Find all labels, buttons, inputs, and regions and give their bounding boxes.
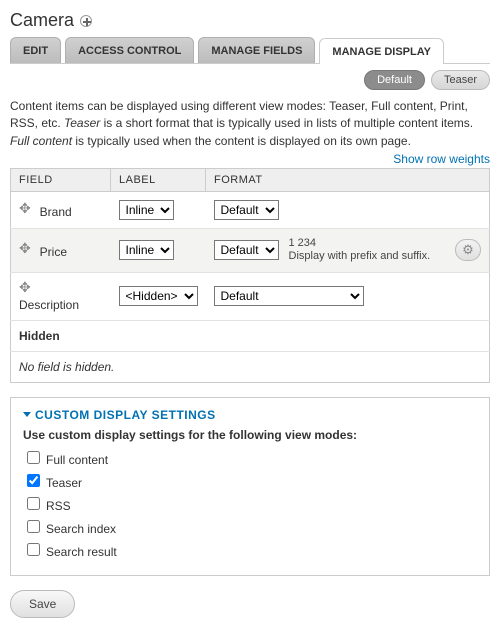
page-title-text: Camera bbox=[10, 10, 74, 31]
subtab-default[interactable]: Default bbox=[364, 70, 425, 90]
field-name: Price bbox=[40, 245, 67, 259]
label-select-description[interactable]: <Hidden> bbox=[119, 286, 198, 306]
tab-manage-display[interactable]: MANAGE DISPLAY bbox=[319, 38, 444, 64]
tab-access-control[interactable]: ACCESS CONTROL bbox=[65, 37, 194, 63]
formatter-summary: 1 234 Display with prefix and suffix. bbox=[289, 237, 431, 263]
view-mode-option: Search result bbox=[23, 540, 477, 559]
fields-table: FIELD LABEL FORMAT Brand Inline Default bbox=[10, 168, 490, 382]
chevron-down-icon bbox=[23, 412, 31, 417]
checkbox-search-index[interactable] bbox=[27, 520, 40, 533]
format-select-brand[interactable]: Default bbox=[214, 200, 279, 220]
drag-handle-icon[interactable] bbox=[19, 202, 33, 216]
table-row: Brand Inline Default bbox=[11, 192, 490, 229]
tab-edit[interactable]: EDIT bbox=[10, 37, 61, 63]
col-field: FIELD bbox=[11, 169, 111, 192]
table-row: Description <Hidden> Default bbox=[11, 272, 490, 320]
view-mode-option: Full content bbox=[23, 448, 477, 467]
custom-display-lead: Use custom display settings for the foll… bbox=[23, 428, 477, 442]
hidden-section-row: Hidden bbox=[11, 320, 490, 351]
help-text: Content items can be displayed using dif… bbox=[10, 98, 490, 150]
format-select-price[interactable]: Default bbox=[214, 240, 279, 260]
view-mode-option: RSS bbox=[23, 494, 477, 513]
hidden-section-title: Hidden bbox=[11, 320, 490, 351]
tab-manage-fields[interactable]: MANAGE FIELDS bbox=[198, 37, 315, 63]
label-select-price[interactable]: Inline bbox=[119, 240, 174, 260]
view-mode-option: Teaser bbox=[23, 471, 477, 490]
settings-gear-button[interactable]: ⚙ bbox=[455, 239, 481, 261]
primary-tabs: EDIT ACCESS CONTROL MANAGE FIELDS MANAGE… bbox=[10, 37, 490, 64]
view-mode-subtabs: Default Teaser bbox=[10, 70, 490, 90]
subtab-teaser[interactable]: Teaser bbox=[431, 70, 490, 90]
view-mode-option: Search index bbox=[23, 517, 477, 536]
save-button[interactable]: Save bbox=[10, 590, 75, 618]
gear-icon: ⚙ bbox=[462, 242, 474, 257]
page-title: Camera bbox=[10, 10, 490, 31]
col-label: LABEL bbox=[111, 169, 206, 192]
checkbox-search-result[interactable] bbox=[27, 543, 40, 556]
format-select-description[interactable]: Default bbox=[214, 286, 364, 306]
show-row-weights-link[interactable]: Show row weights bbox=[393, 152, 490, 166]
drag-handle-icon[interactable] bbox=[19, 242, 33, 256]
hidden-empty-text: No field is hidden. bbox=[11, 351, 490, 382]
custom-display-settings-fieldset: CUSTOM DISPLAY SETTINGS Use custom displ… bbox=[10, 397, 490, 576]
field-name: Description bbox=[19, 298, 79, 312]
add-icon[interactable] bbox=[80, 15, 92, 27]
label-select-brand[interactable]: Inline bbox=[119, 200, 174, 220]
checkbox-teaser[interactable] bbox=[27, 474, 40, 487]
checkbox-full-content[interactable] bbox=[27, 451, 40, 464]
checkbox-rss[interactable] bbox=[27, 497, 40, 510]
custom-display-settings-toggle[interactable]: CUSTOM DISPLAY SETTINGS bbox=[23, 408, 477, 422]
drag-handle-icon[interactable] bbox=[19, 281, 33, 295]
table-row: Price Inline Default 1 234 Display with … bbox=[11, 229, 490, 272]
field-name: Brand bbox=[40, 205, 72, 219]
col-format: FORMAT bbox=[206, 169, 490, 192]
hidden-empty-row: No field is hidden. bbox=[11, 351, 490, 382]
